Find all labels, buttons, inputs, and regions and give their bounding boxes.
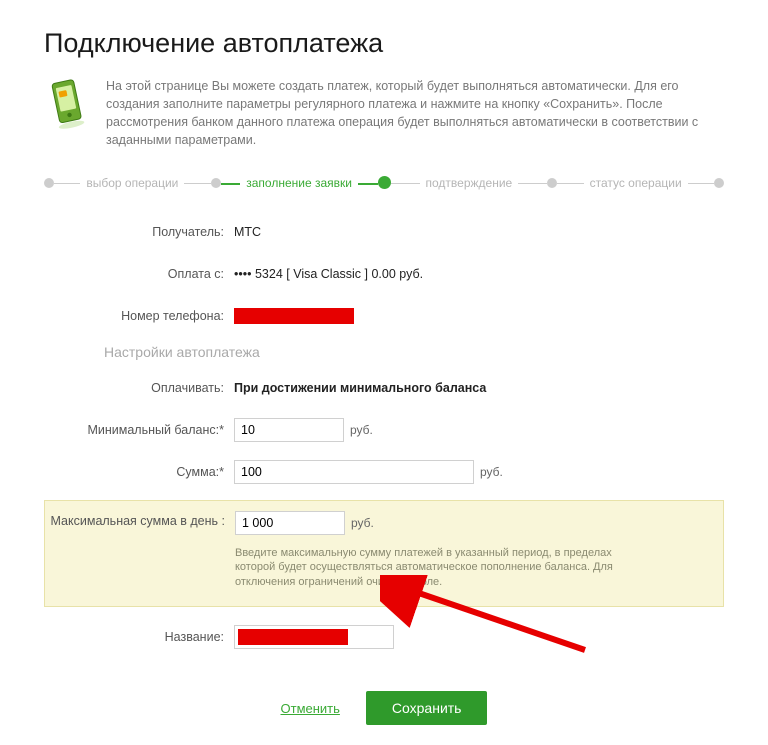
paywhen-value: При достижении минимального баланса [234, 381, 486, 395]
row-paywhen: Оплачивать: При достижении минимального … [44, 374, 724, 402]
intro-block: На этой странице Вы можете создать плате… [44, 77, 724, 150]
cancel-link[interactable]: Отменить [281, 701, 340, 716]
step-dot-5 [714, 178, 724, 188]
form-area: Получатель: МТС Оплата с: •••• 5324 [ Vi… [44, 218, 724, 652]
row-payfrom: Оплата с: •••• 5324 [ Visa Classic ] 0.0… [44, 260, 724, 288]
row-phone: Номер телефона: [44, 302, 724, 330]
step-3: подтверждение [391, 176, 548, 190]
sum-label: Сумма:* [44, 465, 234, 479]
step-2: заполнение заявки [221, 176, 378, 190]
sum-unit: руб. [480, 465, 503, 479]
row-minbal: Минимальный баланс:* руб. [44, 416, 724, 444]
name-label: Название: [44, 630, 234, 644]
step-1: выбор операции [54, 176, 211, 190]
payfrom-value: •••• 5324 [ Visa Classic ] 0.00 руб. [234, 267, 423, 281]
minbal-label: Минимальный баланс:* [44, 423, 234, 437]
step-4: статус операции [557, 176, 714, 190]
row-sum: Сумма:* руб. [44, 458, 724, 486]
recipient-value: МТС [234, 225, 261, 239]
step-dot-1 [44, 178, 54, 188]
intro-text: На этой странице Вы можете создать плате… [106, 77, 724, 150]
page-title: Подключение автоплатежа [44, 28, 724, 59]
autopay-settings-title: Настройки автоплатежа [104, 344, 724, 360]
progress-stepper: выбор операции заполнение заявки подтвер… [44, 176, 724, 190]
phone-label: Номер телефона: [44, 309, 234, 323]
paywhen-label: Оплачивать: [44, 381, 234, 395]
recipient-label: Получатель: [44, 225, 234, 239]
maxday-hint: Введите максимальную сумму платежей в ук… [235, 546, 655, 591]
phone-device-icon [44, 77, 92, 129]
payfrom-label: Оплата с: [44, 267, 234, 281]
button-bar: Отменить Сохранить [44, 691, 724, 725]
max-per-day-block: Максимальная сумма в день : руб. Введите… [44, 500, 724, 608]
phone-value [234, 308, 354, 324]
sum-input[interactable] [234, 460, 474, 484]
minbal-unit: руб. [350, 423, 373, 437]
row-recipient: Получатель: МТС [44, 218, 724, 246]
redacted-name [238, 629, 348, 645]
step-dot-2 [211, 178, 221, 188]
minbal-input[interactable] [234, 418, 344, 442]
step-dot-3 [378, 176, 391, 189]
maxday-unit: руб. [351, 516, 374, 530]
save-button[interactable]: Сохранить [366, 691, 488, 725]
maxday-label: Максимальная сумма в день : [45, 511, 235, 529]
redacted-phone [234, 308, 354, 324]
row-name: Название: [44, 623, 724, 651]
maxday-input[interactable] [235, 511, 345, 535]
step-dot-4 [547, 178, 557, 188]
